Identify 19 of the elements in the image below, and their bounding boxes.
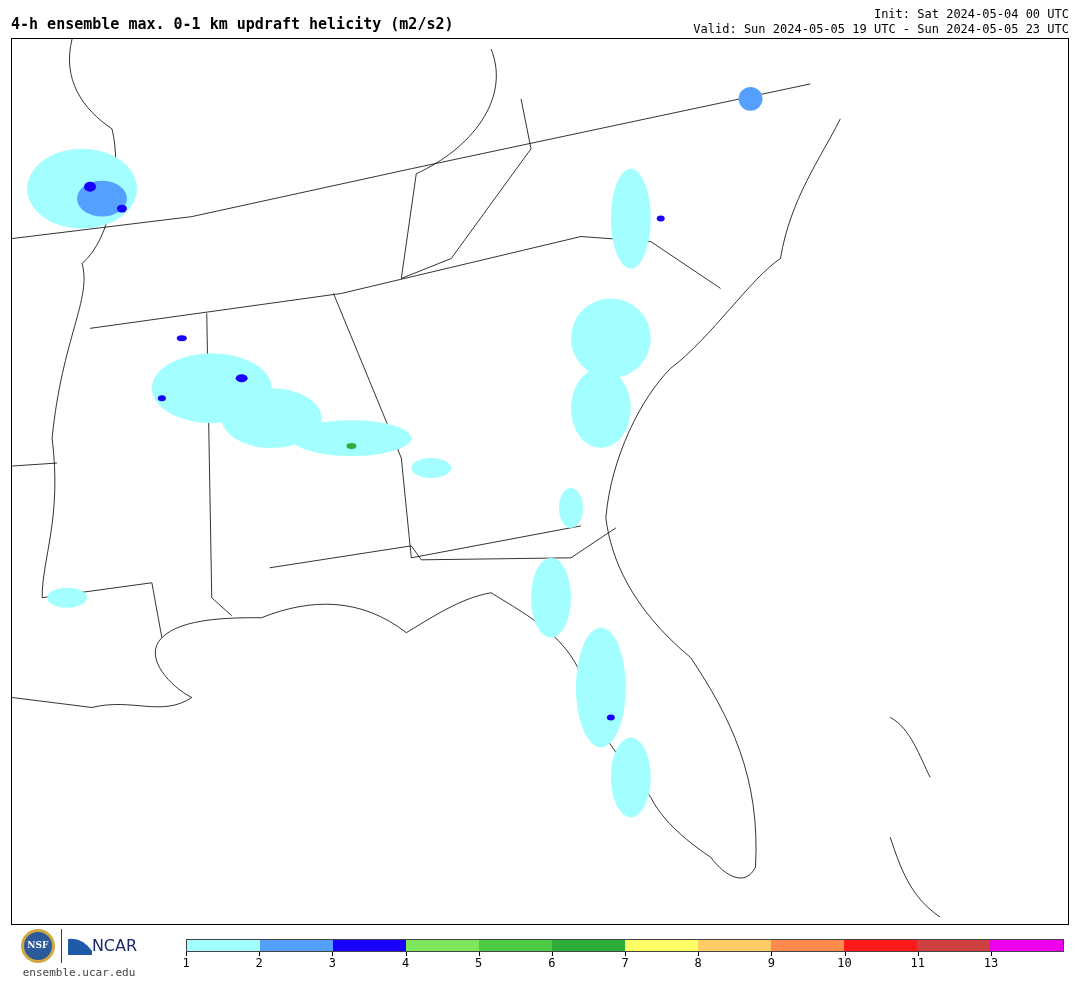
- init-time: Init: Sat 2024-05-04 00 UTC: [873, 7, 1069, 22]
- tick-label: 13: [983, 956, 999, 970]
- site-url: ensemble.ucar.edu: [22, 965, 136, 981]
- tick-label: 10: [837, 956, 852, 970]
- swoosh-icon: [67, 937, 92, 955]
- tick-label: 3: [328, 956, 336, 970]
- tick-label: 6: [548, 956, 556, 970]
- plot-title: 4-h ensemble max. 0-1 km updraft helicity (m2/s2): [11, 17, 454, 35]
- tick-label: 4: [401, 956, 410, 970]
- tick-label: 9: [767, 956, 775, 970]
- tick-label: 1: [182, 956, 190, 970]
- nsf-logo: NSF: [20, 929, 55, 963]
- tick-label: 7: [621, 956, 629, 970]
- tick-label: 5: [475, 956, 483, 970]
- tick-label: 8: [694, 956, 702, 970]
- valid-time: Valid: Sun 2024-05-05 19 UTC - Sun 2024-05-05 23 UTC: [693, 22, 1069, 37]
- tick-label: 11: [910, 956, 925, 970]
- ncar-logo: NCAR: [91, 935, 138, 957]
- tick-label: 2: [255, 956, 263, 970]
